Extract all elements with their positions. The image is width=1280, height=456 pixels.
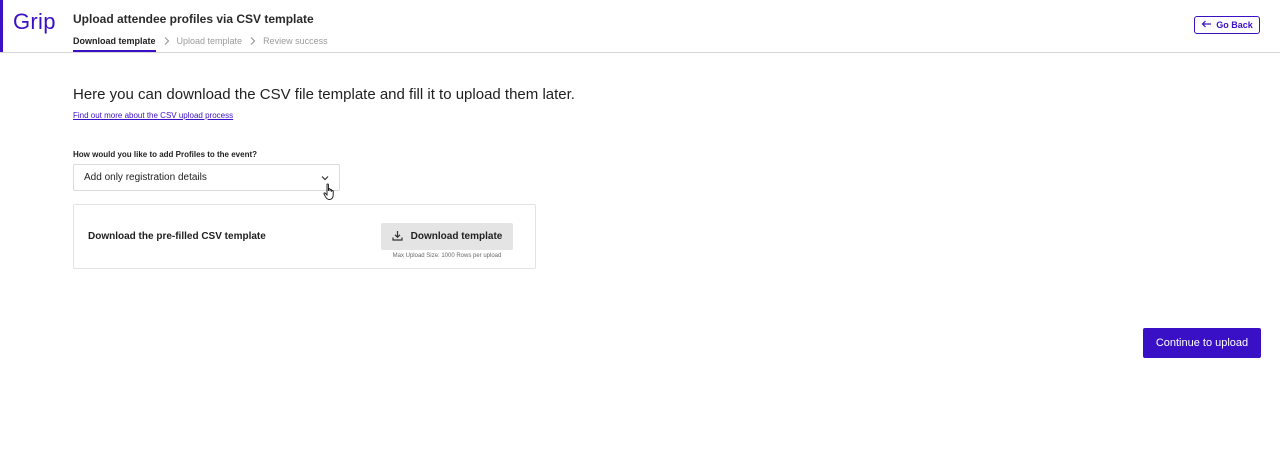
download-card-label: Download the pre-filled CSV template xyxy=(88,231,266,242)
accent-bar xyxy=(0,0,3,52)
learn-more-link[interactable]: Find out more about the CSV upload proce… xyxy=(73,111,233,120)
chevron-right-icon xyxy=(248,36,257,46)
breadcrumb-steps: Download template Upload template Review… xyxy=(73,36,328,52)
logo[interactable]: Grip xyxy=(13,9,56,35)
download-template-button[interactable]: Download template xyxy=(381,223,513,250)
step-download-template[interactable]: Download template xyxy=(73,36,156,52)
max-upload-note: Max Upload Size: 1000 Rows per upload xyxy=(392,253,502,259)
step-upload-template[interactable]: Upload template xyxy=(177,36,243,46)
select-value: Add only registration details xyxy=(84,172,207,183)
add-profiles-select[interactable]: Add only registration details xyxy=(73,164,340,191)
download-button-label: Download template xyxy=(410,231,503,242)
headline: Here you can download the CSV file templ… xyxy=(73,86,575,103)
header: Grip Upload attendee profiles via CSV te… xyxy=(0,0,1280,53)
chevron-right-icon xyxy=(162,36,171,46)
page: Grip Upload attendee profiles via CSV te… xyxy=(0,0,1280,456)
download-template-card: Download the pre-filled CSV template Dow… xyxy=(73,204,536,269)
profiles-question-label: How would you like to add Profiles to th… xyxy=(73,150,258,159)
page-title: Upload attendee profiles via CSV templat… xyxy=(73,12,314,26)
continue-to-upload-button[interactable]: Continue to upload xyxy=(1143,328,1261,358)
pointer-hand-icon xyxy=(323,183,337,206)
step-review-success[interactable]: Review success xyxy=(263,36,328,46)
download-icon xyxy=(392,230,403,244)
go-back-button[interactable]: Go Back xyxy=(1194,16,1260,34)
arrow-left-icon xyxy=(1201,20,1212,30)
go-back-label: Go Back xyxy=(1216,20,1253,30)
